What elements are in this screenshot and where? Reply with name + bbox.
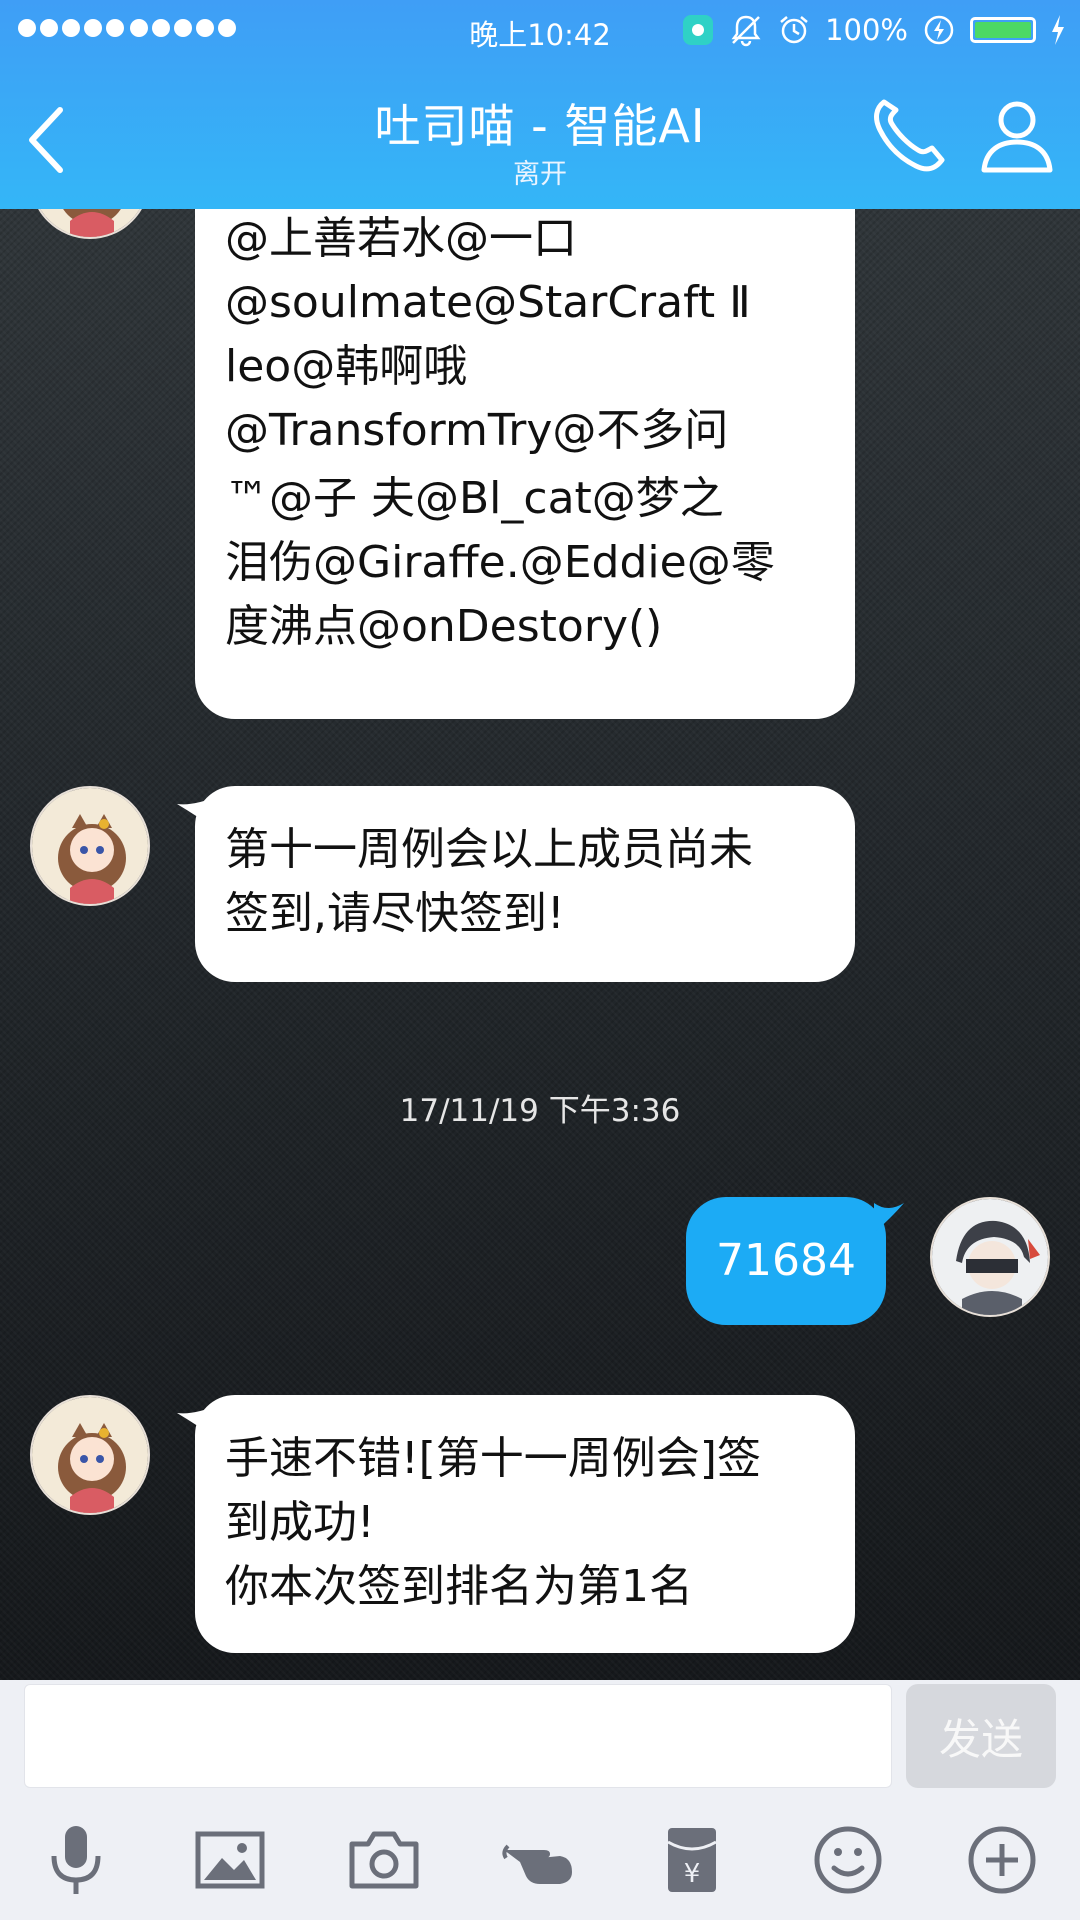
bubble-tail-icon [177,1405,217,1439]
message-bubble-checkin-success[interactable]: 手速不错![第十一周例会]签 到成功! 你本次签到排名为第1名 [177,1395,855,1653]
bubble-tail-icon [874,1203,904,1233]
battery-icon [970,17,1036,43]
emoji-icon[interactable] [806,1818,890,1902]
my-message-bubble[interactable]: 71684 [686,1197,886,1325]
nav-bar: 吐司喵 - 智能AI 离开 [0,62,1080,209]
message-line: 到成功! [225,1497,375,1548]
svg-text:¥: ¥ [684,1859,701,1889]
message-input[interactable] [24,1684,892,1788]
battery-percentage: 100% [825,13,908,47]
bot-avatar[interactable] [30,209,150,239]
image-icon[interactable] [188,1818,272,1902]
message-text: 71684 [716,1235,856,1286]
bot-avatar[interactable] [30,786,150,906]
message-line: 你本次签到排名为第1名 [225,1561,693,1612]
input-area: 发送 ¥ [0,1680,1080,1920]
plus-icon[interactable] [960,1818,1044,1902]
message-line: @TransformTry@不多问 [225,405,729,456]
message-line: 度沸点@onDestory() [225,601,663,652]
camera-icon[interactable] [342,1818,426,1902]
input-toolbar: ¥ [0,1804,1080,1920]
red-packet-icon[interactable]: ¥ [650,1818,734,1902]
alarm-clock-icon [780,16,808,44]
message-line: 泪伤@Giraffe.@Eddie@零 [225,537,775,588]
microphone-icon[interactable] [34,1818,118,1902]
message-line: ™@子 夫@Bl_cat@梦之 [225,473,724,524]
charging-circle-icon [924,15,954,45]
mute-bell-icon [731,15,761,47]
status-right: 100% [681,10,1066,50]
message-line: @soulmate@StarCraft Ⅱ [225,277,751,328]
message-line: leo@韩啊哦 [225,341,468,392]
message-bubble-mentions[interactable]: @ ‥‥‥‥‥‥ @ ‥‥ ‥ @上善若水@一口 @soulmate@StarC… [195,209,855,719]
chat-scroll-area[interactable]: @ ‥‥‥‥‥‥ @ ‥‥ ‥ @上善若水@一口 @soulmate@StarC… [0,209,1080,1680]
message-bubble-reminder[interactable]: 第十一周例会以上成员尚未 签到,请尽快签到! [177,786,855,982]
screen-record-icon [683,15,714,45]
my-avatar[interactable] [930,1197,1050,1317]
message-timestamp: 17/11/19 下午3:36 [399,1093,681,1129]
top-header: 晚上10:42 100% 吐司喵 - 智能AI 离开 [0,0,1080,209]
profile-icon[interactable] [976,94,1058,176]
message-line: 签到,请尽快签到! [225,888,565,939]
message-line: 手速不错![第十一周例会]签 [225,1433,761,1484]
status-bar: 晚上10:42 100% [0,0,1080,62]
charging-bolt-icon [1052,15,1064,45]
message-line: 第十一周例会以上成员尚未 [225,824,753,875]
message-line: @上善若水@一口 [225,213,577,264]
send-button[interactable]: 发送 [906,1684,1056,1788]
bubble-tail-icon [177,796,217,830]
bot-avatar[interactable] [30,1395,150,1515]
poke-icon[interactable] [496,1818,580,1902]
phone-call-icon[interactable] [866,94,948,176]
